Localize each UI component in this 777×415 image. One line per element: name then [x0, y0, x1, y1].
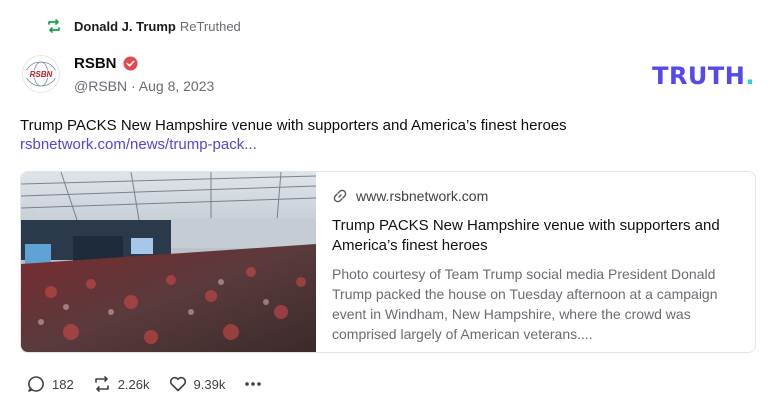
- retruth-icon: [48, 19, 60, 33]
- preview-image-graphic: [21, 172, 316, 352]
- link-icon: [333, 189, 347, 203]
- link-preview-card[interactable]: www.rsbnetwork.com Trump PACKS New Hamps…: [20, 171, 756, 353]
- truth-logo[interactable]: TRUTH.: [652, 62, 755, 90]
- reply-count: 182: [52, 376, 74, 392]
- retruth-count: 2.26k: [117, 376, 150, 392]
- verified-badge-icon: [122, 56, 138, 71]
- like-button[interactable]: 9.39k: [168, 374, 226, 394]
- post-link[interactable]: rsbnetwork.com/news/trump-pack...: [20, 136, 257, 153]
- preview-body: www.rsbnetwork.com Trump PACKS New Hamps…: [316, 172, 755, 352]
- retruth-button[interactable]: 2.26k: [92, 374, 150, 394]
- preview-image[interactable]: [21, 172, 316, 352]
- more-options-button[interactable]: [243, 374, 263, 394]
- preview-description: Photo courtesy of Team Trump social medi…: [332, 266, 718, 342]
- retruth-icon: [94, 376, 109, 392]
- meta-separator: ·: [131, 78, 139, 94]
- avatar-logo-text: RSBN: [30, 70, 53, 79]
- post-text: Trump PACKS New Hampshire venue with sup…: [20, 117, 567, 134]
- heart-icon: [169, 376, 186, 392]
- reply-button[interactable]: 182: [26, 374, 74, 394]
- preview-title: Trump PACKS New Hampshire venue with sup…: [332, 217, 720, 254]
- author-meta: @RSBN · Aug 8, 2023: [74, 78, 214, 94]
- avatar[interactable]: RSBN: [22, 55, 60, 93]
- post-actions: 182 2.26k 9.39k: [26, 374, 263, 394]
- rsbn-logo-icon: RSBN: [25, 61, 57, 87]
- ellipsis-icon: [245, 382, 262, 386]
- preview-domain-row: www.rsbnetwork.com: [332, 188, 739, 204]
- like-count: 9.39k: [193, 376, 226, 392]
- preview-domain: www.rsbnetwork.com: [356, 188, 489, 204]
- retruth-banner: Donald J. Trump ReTruthed: [46, 18, 241, 34]
- retruth-label: ReTruthed: [179, 18, 241, 34]
- author-name[interactable]: RSBN: [74, 55, 117, 72]
- post-header: RSBN RSBN @RSBN · Aug 8, 2023: [22, 55, 214, 94]
- retruth-user-link[interactable]: Donald J. Trump: [74, 19, 176, 34]
- truth-logo-dot: .: [745, 62, 755, 90]
- truth-logo-text: TRUTH: [652, 62, 746, 90]
- post-date[interactable]: Aug 8, 2023: [139, 78, 215, 94]
- author-handle[interactable]: @RSBN: [74, 78, 127, 94]
- comment-icon: [28, 376, 44, 392]
